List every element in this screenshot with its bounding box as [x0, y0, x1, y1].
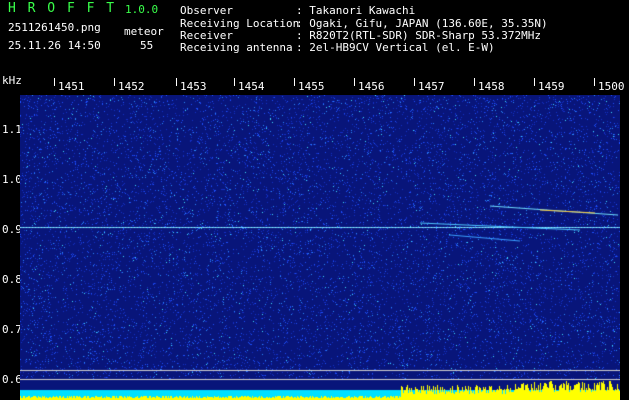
file-datetime: 25.11.26 14:50: [8, 39, 101, 52]
time-tick-label: 1455: [298, 80, 325, 93]
time-tick-label: 1457: [418, 80, 445, 93]
time-tick-mark: [176, 78, 177, 86]
time-tick-mark: [414, 78, 415, 86]
freq-unit-label: kHz: [2, 74, 22, 87]
antenna-value: : 2el-HB9CV Vertical (el. E-W): [296, 41, 495, 54]
time-tick-mark: [54, 78, 55, 86]
spectrogram-canvas: [20, 95, 620, 400]
time-tick-label: 1454: [238, 80, 265, 93]
freq-tick-label: 0.9: [2, 223, 22, 236]
time-tick-mark: [474, 78, 475, 86]
freq-tick-label: 1.0: [2, 173, 22, 186]
time-tick-label: 1459: [538, 80, 565, 93]
observer-value: : Takanori Kawachi: [296, 4, 416, 17]
time-tick-label: 1451: [58, 80, 85, 93]
observer-label: Observer: [180, 4, 233, 17]
time-tick-label: 1500: [598, 80, 625, 93]
time-tick-mark: [354, 78, 355, 86]
antenna-label: Receiving antenna: [180, 41, 293, 54]
time-tick-label: 1453: [180, 80, 207, 93]
time-tick-label: 1456: [358, 80, 385, 93]
time-tick-mark: [534, 78, 535, 86]
app-version: 1.0.0: [125, 3, 159, 16]
time-tick-mark: [114, 78, 115, 86]
spectrogram: [20, 95, 620, 400]
freq-tick-label: 0.7: [2, 323, 22, 336]
file-name: 2511261450.png: [8, 21, 101, 34]
time-tick-label: 1458: [478, 80, 505, 93]
freq-tick-label: 1.1: [2, 123, 22, 136]
time-tick-mark: [234, 78, 235, 86]
time-tick-mark: [294, 78, 295, 86]
freq-tick-label: 0.8: [2, 273, 22, 286]
time-tick-label: 1452: [118, 80, 145, 93]
time-tick-mark: [594, 78, 595, 86]
freq-tick-label: 0.6: [2, 373, 22, 386]
meteor-counter-label: meteor: [124, 25, 164, 38]
app-title: H R O F F T: [8, 1, 117, 16]
meteor-counter-value: 55: [140, 39, 154, 52]
